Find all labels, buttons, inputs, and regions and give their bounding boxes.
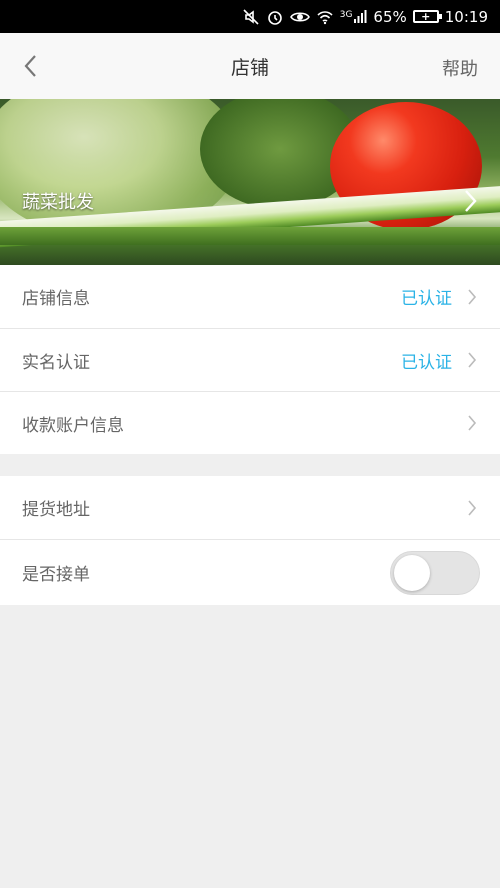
alarm-icon bbox=[266, 8, 284, 26]
chevron-right-icon bbox=[460, 187, 482, 215]
chevron-right-icon bbox=[466, 350, 478, 370]
chevron-right-icon bbox=[466, 287, 478, 307]
clock: 10:19 bbox=[444, 7, 488, 26]
verified-status: 已认证 bbox=[401, 289, 452, 309]
row-label: 实名认证 bbox=[22, 352, 90, 373]
row-label: 店铺信息 bbox=[22, 289, 90, 309]
shop-name: 蔬菜批发 bbox=[22, 192, 94, 213]
status-bar: 3G 65% + 10:19 bbox=[0, 0, 500, 33]
order-settings-group: 提货地址 是否接单 bbox=[0, 476, 500, 605]
shop-banner[interactable]: 蔬菜批发 bbox=[0, 99, 500, 265]
row-label: 收款账户信息 bbox=[22, 415, 124, 436]
signal-icon: 3G bbox=[339, 9, 368, 24]
network-type: 3G bbox=[339, 9, 353, 20]
help-button[interactable]: 帮助 bbox=[442, 55, 478, 81]
wifi-icon bbox=[316, 8, 334, 26]
row-label: 是否接单 bbox=[22, 565, 90, 585]
verified-status: 已认证 bbox=[401, 352, 452, 373]
row-shop-info[interactable]: 店铺信息 已认证 bbox=[0, 265, 500, 328]
page-title: 店铺 bbox=[230, 56, 269, 79]
row-accept-orders: 是否接单 bbox=[0, 539, 500, 605]
eye-icon bbox=[289, 8, 310, 26]
row-real-name-verification[interactable]: 实名认证 已认证 bbox=[0, 328, 500, 391]
row-payee-account[interactable]: 收款账户信息 bbox=[0, 391, 500, 454]
back-button[interactable] bbox=[14, 50, 46, 82]
shop-settings-group: 店铺信息 已认证 实名认证 已认证 收款账户信息 bbox=[0, 265, 500, 454]
mute-icon bbox=[242, 8, 260, 26]
accept-orders-toggle[interactable] bbox=[390, 550, 480, 595]
battery-icon: + bbox=[412, 10, 442, 23]
row-label: 提货地址 bbox=[22, 500, 90, 520]
app-header: 店铺 帮助 bbox=[0, 33, 500, 99]
row-pickup-address[interactable]: 提货地址 bbox=[0, 476, 500, 539]
banner-stalk-image bbox=[0, 227, 500, 245]
chevron-right-icon bbox=[466, 498, 478, 518]
chevron-right-icon bbox=[466, 413, 478, 433]
chevron-left-icon bbox=[24, 55, 36, 77]
toggle-knob bbox=[394, 554, 430, 591]
battery-percent: 65% bbox=[373, 7, 407, 26]
